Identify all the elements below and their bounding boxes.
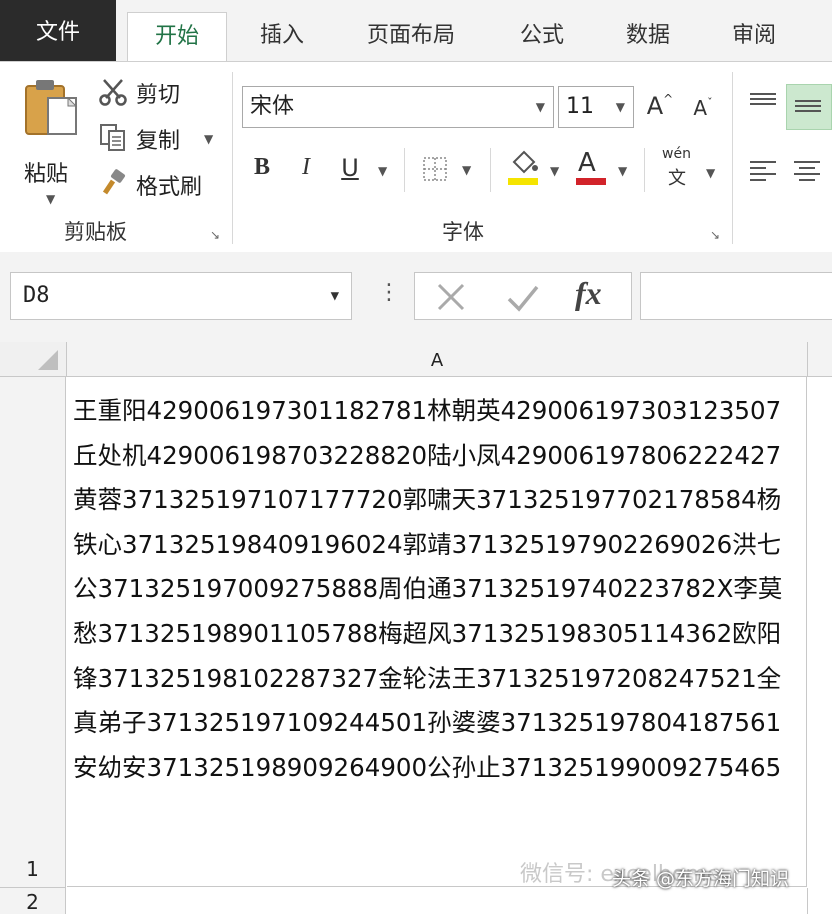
font-size-select[interactable]: 11 ▼ (558, 86, 634, 128)
shrink-font-button[interactable]: Aˇ (688, 96, 718, 120)
ribbon-tab-bar: 文件 开始 插入 页面布局 公式 数据 审阅 (0, 0, 832, 62)
underline-button[interactable]: U (336, 154, 364, 182)
borders-button[interactable]: ▼ (420, 154, 480, 186)
grow-font-button[interactable]: A^ (644, 92, 676, 120)
tab-page-layout[interactable]: 页面布局 (352, 12, 470, 60)
align-left-button[interactable] (746, 152, 782, 192)
align-center-icon (794, 161, 820, 181)
select-all-corner[interactable] (0, 342, 67, 377)
font-color-dropdown-icon: ▼ (618, 164, 628, 178)
cancel-icon[interactable] (431, 277, 471, 317)
cell-a1-text: 王重阳429006197301182781林朝英4290061973031235… (73, 396, 783, 782)
clipboard-group-label: 剪贴板 (64, 220, 127, 244)
copy-icon (100, 124, 125, 151)
row-number-2: 2 (26, 890, 39, 914)
chevron-down-icon: ▼ (330, 288, 339, 304)
font-group-label: 字体 (442, 220, 484, 244)
formula-bar-grip-icon[interactable]: ⋮ (378, 280, 400, 305)
grow-font-icon: A (646, 92, 664, 120)
format-painter-label: 格式刷 (136, 175, 203, 200)
font-color-button[interactable]: A ▼ (574, 148, 634, 190)
font-launcher-icon[interactable]: ↘ (710, 228, 720, 242)
formula-buttons: fx (414, 272, 632, 320)
paste-dropdown-icon[interactable]: ▼ (46, 192, 55, 206)
align-middle-icon (795, 100, 821, 112)
align-left-icon (750, 161, 776, 181)
formula-bar: D8 ▼ ⋮ fx (0, 252, 832, 342)
cut-button[interactable]: 剪切 (98, 74, 198, 108)
cut-label: 剪切 (136, 83, 181, 108)
tab-review[interactable]: 审阅 (716, 12, 792, 60)
cell-a1[interactable]: 王重阳429006197301182781林朝英4290061973031235… (67, 377, 807, 887)
phonetic-pinyin: wén (662, 146, 691, 162)
ribbon: 粘贴 ▼ 剪切 复制 ▼ 格式刷 剪贴板 ↘ 宋体 ▼ 11 ▼ A^ Aˇ B… (0, 61, 832, 253)
format-painter-icon (102, 169, 125, 195)
borders-dropdown-icon: ▼ (462, 163, 472, 177)
tab-file[interactable]: 文件 (0, 0, 116, 62)
row-header-2[interactable]: 2 (0, 888, 66, 914)
font-size-value: 11 (566, 94, 594, 119)
insert-function-button[interactable]: fx (575, 275, 602, 312)
align-top-button[interactable] (746, 84, 782, 124)
chevron-down-icon: ▼ (615, 100, 625, 114)
bold-button[interactable]: B (248, 154, 276, 181)
paste-label: 粘贴 (24, 162, 69, 187)
format-painter-button[interactable]: 格式刷 (98, 166, 218, 200)
copy-button[interactable]: 复制 ▼ (98, 120, 218, 154)
name-box[interactable]: D8 ▼ (10, 272, 352, 320)
tab-data[interactable]: 数据 (610, 12, 686, 60)
tab-formulas[interactable]: 公式 (504, 12, 580, 60)
enter-check-icon[interactable] (503, 277, 543, 317)
border-grid-icon (423, 157, 447, 181)
font-name-value: 宋体 (250, 94, 295, 119)
column-header-a[interactable]: A (67, 342, 808, 377)
font-color-icon: A (578, 148, 596, 178)
name-box-value: D8 (23, 283, 50, 308)
align-center-button[interactable] (790, 152, 830, 192)
select-all-triangle-icon (38, 350, 58, 370)
align-top-icon (750, 93, 776, 105)
scissors-icon (99, 79, 127, 106)
paste-button[interactable]: 粘贴 ▼ (18, 76, 84, 206)
tab-insert[interactable]: 插入 (244, 12, 320, 60)
font-color-swatch (576, 178, 606, 185)
group-divider (232, 72, 233, 244)
toolbar-divider (404, 148, 405, 192)
toolbar-divider (644, 148, 645, 192)
paste-icon (25, 80, 78, 135)
fill-color-button[interactable]: ▼ (506, 148, 566, 190)
tab-home[interactable]: 开始 (127, 12, 227, 61)
fill-color-dropdown-icon: ▼ (550, 164, 560, 178)
phonetic-icon: 文 (668, 168, 686, 189)
column-header-b[interactable] (808, 342, 832, 377)
copy-dropdown-icon[interactable]: ▼ (204, 132, 213, 146)
toolbar-divider (490, 148, 491, 192)
copy-label: 复制 (136, 129, 181, 154)
underline-dropdown-icon[interactable]: ▼ (378, 164, 387, 178)
cell-a2[interactable] (67, 888, 808, 914)
row-number-1: 1 (26, 857, 39, 881)
group-divider (732, 72, 733, 244)
clipboard-launcher-icon[interactable]: ↘ (210, 228, 220, 242)
align-middle-button[interactable] (786, 84, 832, 130)
chevron-down-icon: ▼ (535, 100, 545, 114)
shrink-font-icon: A (693, 96, 708, 120)
font-name-select[interactable]: 宋体 ▼ (242, 86, 554, 128)
phonetic-button[interactable]: wén 文 ▼ (660, 146, 726, 192)
paint-bucket-icon (508, 150, 538, 185)
row-header-1[interactable]: 1 (0, 377, 66, 888)
phonetic-dropdown-icon: ▼ (706, 166, 716, 180)
credit-overlay: 头条 @东方海门知识 (612, 868, 790, 890)
italic-button[interactable]: I (292, 154, 320, 181)
formula-input[interactable] (640, 272, 832, 320)
